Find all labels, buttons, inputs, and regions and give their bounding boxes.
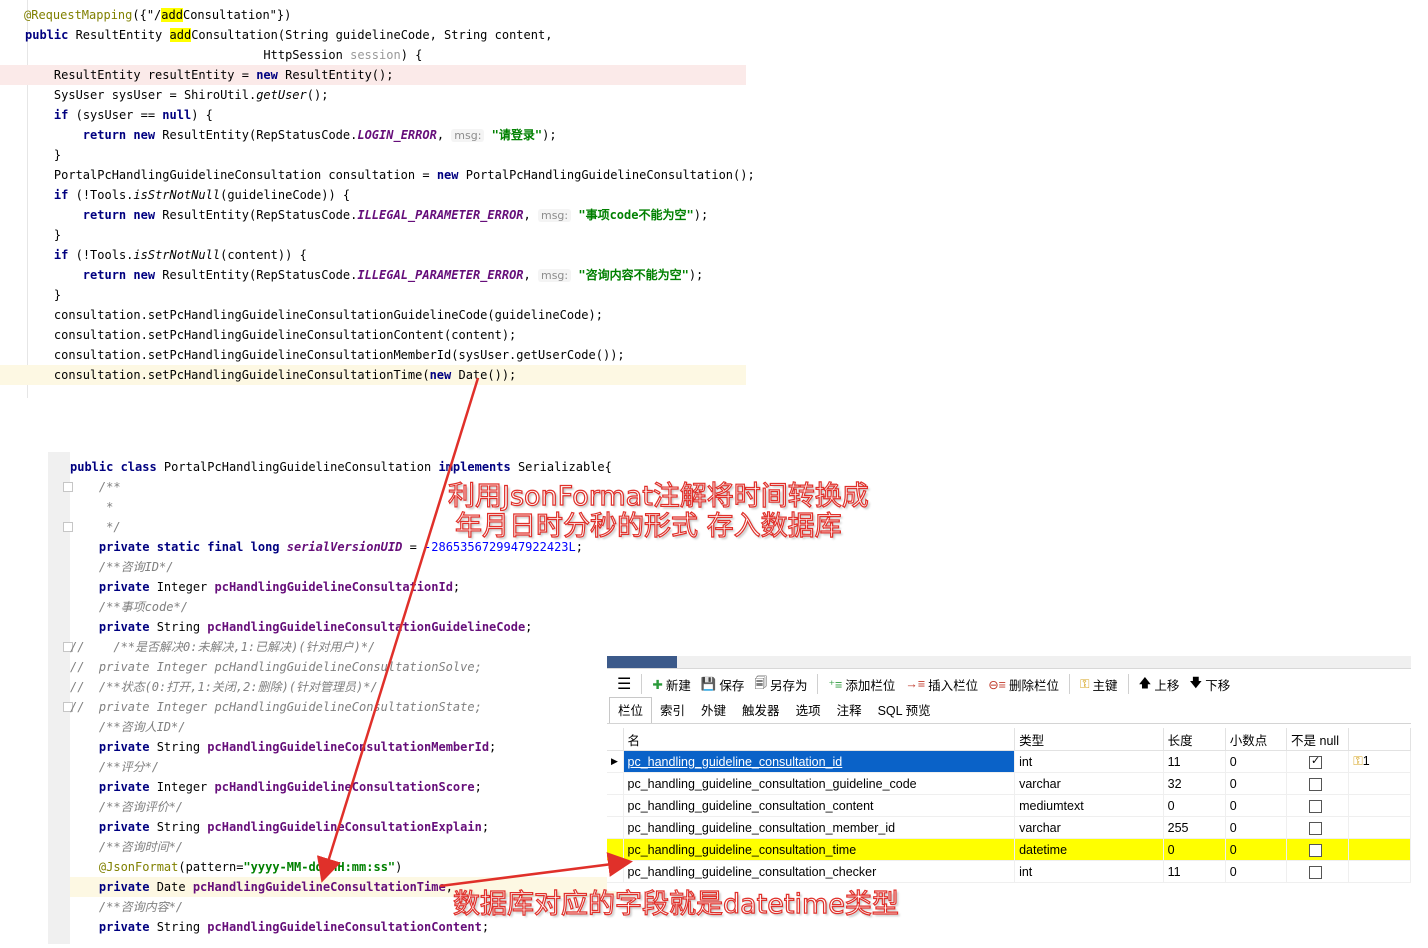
callout-datetime-note: 数据库对应的字段就是datetime类型 [452, 888, 899, 920]
arrow-to-field [316, 377, 480, 883]
callout-json-format-line2: 年月日时分秒的形式 存入数据库 [454, 510, 842, 542]
